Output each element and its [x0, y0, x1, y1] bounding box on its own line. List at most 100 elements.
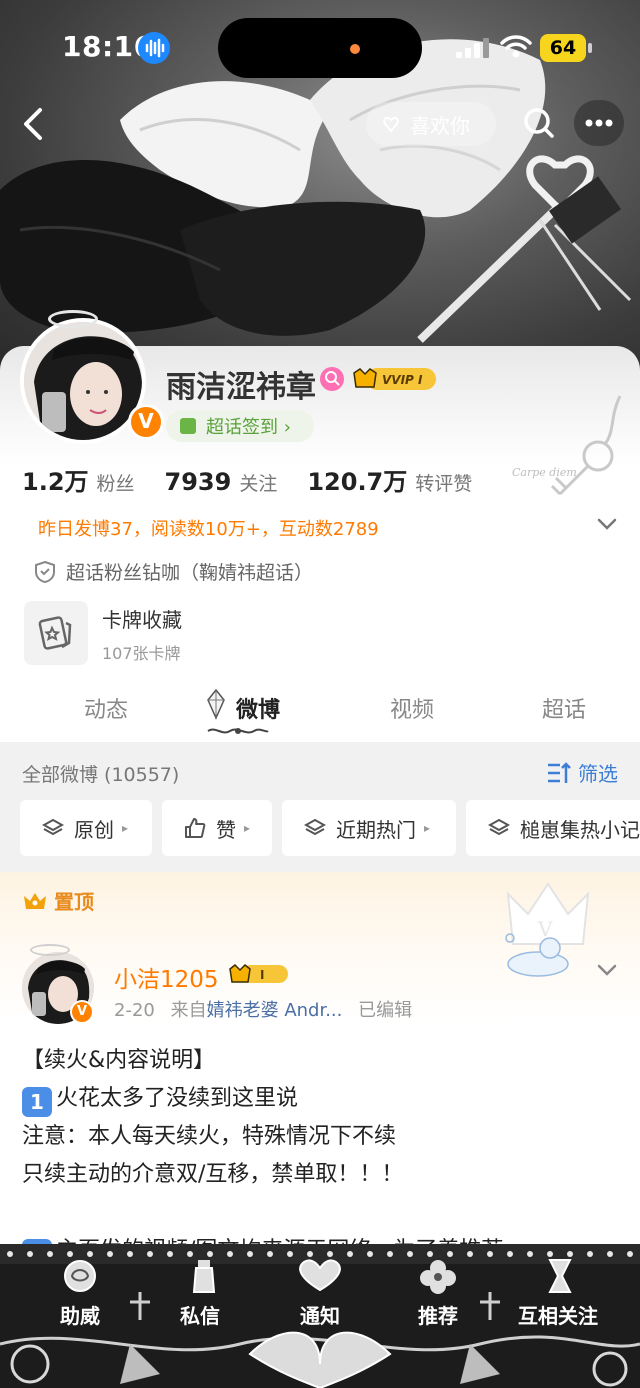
chevron-down-icon[interactable]: [596, 516, 618, 532]
chip-collection-label: 槌崽集热小记: [520, 817, 640, 842]
caret-right-icon: ▸: [244, 821, 251, 835]
profile-stats: 1.2万 粉丝 7939 关注 120.7万 转评赞: [22, 462, 502, 497]
more-options-button[interactable]: [574, 100, 624, 146]
post-body[interactable]: 【续火&内容说明】 1 火花太多了没续到这里说 注意：本人每天续火，特殊情况下不续…: [22, 1042, 503, 1270]
recording-indicator: [350, 44, 360, 54]
interactions-label[interactable]: 转评赞: [415, 469, 472, 496]
nav-messages[interactable]: 私信: [180, 1300, 220, 1329]
shield-icon: [35, 560, 55, 583]
crown-icon: [24, 892, 46, 909]
post-vip-badge[interactable]: I: [228, 962, 292, 986]
yesterday-activity: 昨日发博37，阅读数10万+，互动数2789: [38, 519, 379, 540]
tab-supertopic[interactable]: 超话: [542, 692, 586, 724]
supertopic-checkin-button[interactable]: 超话签到 ›: [166, 410, 314, 442]
post-source-prefix: 来自: [170, 1000, 207, 1021]
voice-activity-icon: [138, 32, 170, 64]
profile-username: 雨洁涩祎章: [166, 370, 316, 405]
chip-like-label: 赞: [216, 817, 236, 842]
like-you-label: 喜欢你: [410, 113, 470, 138]
female-gender-icon: [320, 367, 344, 391]
tab-active-indicator: [207, 728, 269, 734]
notification-heart-icon: [299, 1259, 341, 1292]
chip-like[interactable]: 赞 ▸: [162, 800, 272, 856]
heart-hand-icon: [383, 116, 399, 133]
chip-collection[interactable]: 槌崽集热小记: [466, 800, 640, 856]
cellular-signal-icon: [456, 38, 489, 58]
post-date: 2-20: [114, 1000, 155, 1021]
layers-icon: [42, 818, 64, 836]
followers-count[interactable]: 1.2万: [22, 462, 89, 497]
fan-title-row[interactable]: 超话粉丝钻咖（鞠婧祎超话）: [34, 558, 313, 585]
interactions-count[interactable]: 120.7万: [307, 462, 407, 497]
profile-avatar[interactable]: V: [20, 310, 164, 448]
tab-dynamic[interactable]: 动态: [84, 692, 128, 724]
battery-tip: [588, 43, 592, 53]
post-line: 【续火&内容说明】: [22, 1048, 216, 1073]
like-you-button[interactable]: 喜欢你: [366, 102, 496, 146]
message-bottle-icon: [192, 1260, 216, 1293]
nav-mutual-follow[interactable]: 互相关注: [518, 1300, 598, 1329]
pinned-label-row: 置顶: [22, 886, 94, 915]
tab-video[interactable]: 视频: [390, 692, 434, 724]
profile-tabs: 动态 微博 视频 超话: [0, 686, 640, 734]
post-vip-label: I: [260, 968, 264, 982]
verified-badge: V: [128, 404, 164, 440]
mutual-follow-hourglass-icon: [548, 1259, 572, 1293]
following-label[interactable]: 关注: [239, 469, 277, 496]
followers-label[interactable]: 粉丝: [97, 469, 135, 496]
post-source[interactable]: 婧祎老婆 Andr...: [207, 1000, 343, 1021]
thumbs-up-icon: [185, 818, 206, 838]
caret-right-icon: ▸: [122, 821, 129, 835]
nav-notifications[interactable]: 通知: [300, 1300, 340, 1329]
fan-title-label: 超话粉丝钻咖（鞠婧祎超话）: [66, 562, 314, 584]
keycap-icon: 1: [22, 1087, 52, 1117]
crystal-pendant-icon: [207, 688, 225, 720]
supertopic-checkin-label: 超话签到 ›: [206, 417, 291, 438]
layers-icon: [304, 818, 326, 836]
post-line: [22, 1194, 503, 1232]
card-collection-tile[interactable]: [24, 601, 88, 665]
post-line: 注意：本人每天续火，特殊情况下不续: [22, 1124, 397, 1149]
caret-right-icon: ▸: [424, 821, 431, 835]
card-star-icon: [38, 616, 72, 650]
wifi-icon: [500, 35, 532, 58]
nav-recommend[interactable]: 推荐: [418, 1300, 458, 1329]
checkin-icon: [180, 418, 196, 434]
more-dots-icon: [585, 119, 613, 127]
tab-weibo[interactable]: 微博: [236, 692, 280, 724]
filter-icon: [548, 761, 571, 783]
post-line: 1 火花太多了没续到这里说: [22, 1080, 503, 1118]
nav-cheer[interactable]: 助威: [60, 1300, 100, 1329]
avatar-halo: [48, 310, 98, 328]
recommend-flower-icon: [420, 1260, 456, 1294]
chip-original[interactable]: 原创 ▸: [20, 800, 152, 856]
dynamic-island: [218, 18, 422, 78]
avatar: [20, 318, 146, 444]
post-edited: 已编辑: [358, 1000, 413, 1021]
card-collection-title[interactable]: 卡牌收藏: [102, 604, 182, 633]
chip-recent-hot-label: 近期热门: [336, 817, 416, 842]
cheer-rose-icon: [64, 1260, 96, 1292]
post-line: 只续主动的介意双/互移，禁单取！！！: [22, 1162, 404, 1187]
chip-recent-hot[interactable]: 近期热门 ▸: [282, 800, 456, 856]
filter-label: 筛选: [578, 762, 618, 786]
search-icon[interactable]: [516, 100, 562, 146]
back-icon[interactable]: [14, 104, 54, 144]
post-meta: 2-20 来自婧祎老婆 Andr... 已编辑: [114, 996, 412, 1022]
battery-indicator: 64: [540, 34, 586, 62]
svg-text:Carpe diem: Carpe diem: [512, 466, 577, 479]
filter-button[interactable]: 筛选: [546, 758, 618, 787]
pinned-label: 置顶: [54, 890, 94, 914]
post-menu-chevron-icon[interactable]: [596, 962, 618, 978]
post-author-name[interactable]: 小洁1205: [114, 960, 219, 994]
card-collection-count: 107张卡牌: [102, 644, 181, 663]
status-bar: 18:16 64: [0, 0, 640, 96]
weibo-count-label: 全部微博 (10557): [22, 764, 180, 786]
following-count[interactable]: 7939: [165, 468, 232, 496]
post-avatar-halo: [30, 944, 70, 956]
vip-badge-label: VVIP I: [382, 373, 423, 387]
vip-badge[interactable]: VVIP I: [352, 365, 438, 393]
layers-icon: [488, 818, 510, 836]
chip-original-label: 原创: [74, 817, 114, 842]
post-verified-badge: V: [70, 1000, 94, 1024]
